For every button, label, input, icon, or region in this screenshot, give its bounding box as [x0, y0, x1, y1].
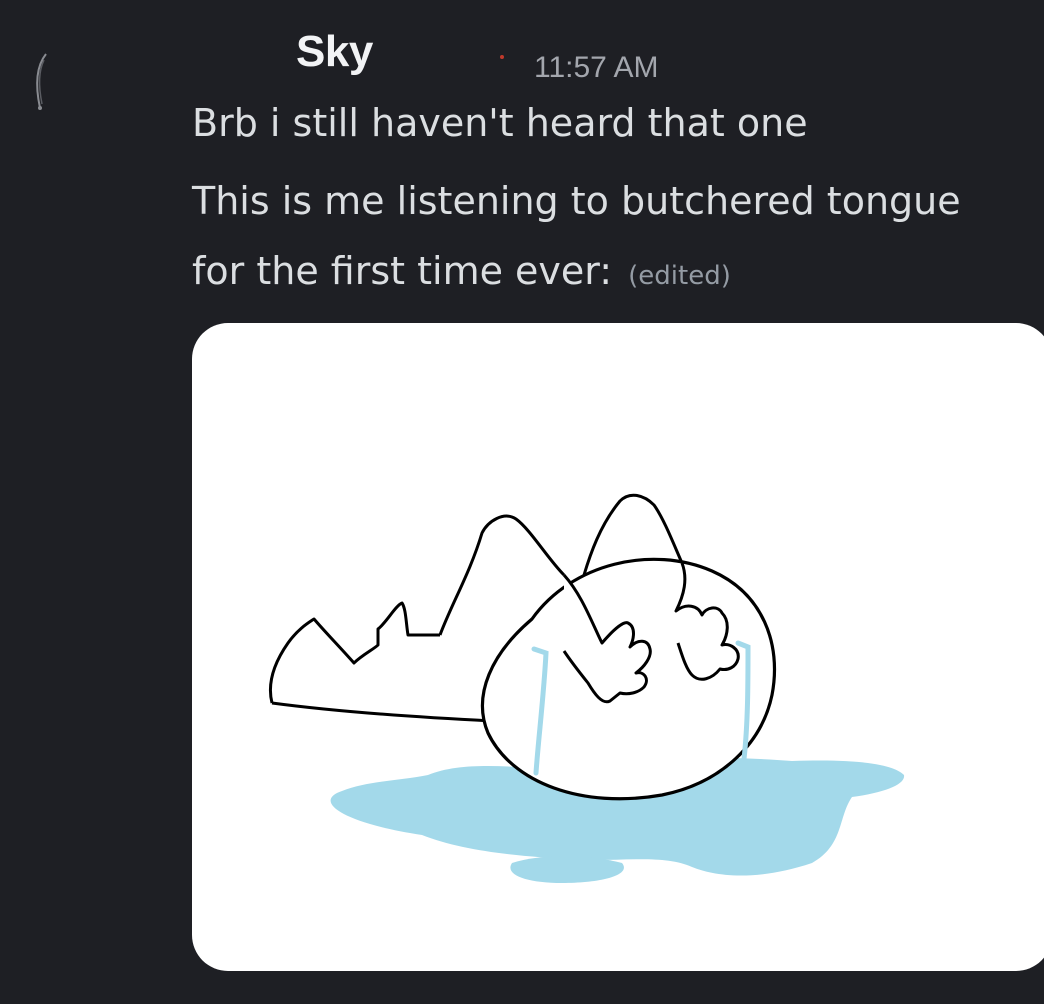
- author-username[interactable]: Sky: [296, 26, 373, 78]
- message-line: for the first time ever: (edited): [192, 236, 1032, 311]
- chat-message: Sky 11:57 AM Brb i still haven't heard t…: [192, 22, 1032, 311]
- message-line: Brb i still haven't heard that one: [192, 101, 808, 145]
- edited-label: (edited): [628, 261, 731, 291]
- message-line: This is me listening to butchered tongue: [192, 166, 1032, 236]
- message-header: Sky 11:57 AM: [192, 22, 1032, 88]
- avatar[interactable]: [30, 50, 54, 114]
- message-line-text: for the first time ever:: [192, 249, 613, 293]
- body-outline: [268, 601, 440, 704]
- message-timestamp[interactable]: 11:57 AM: [534, 50, 659, 86]
- image-attachment[interactable]: [192, 323, 1044, 971]
- role-dot-icon: [500, 55, 504, 59]
- avatar-edge-icon: [36, 53, 47, 110]
- crying-figure-drawing: [268, 493, 905, 883]
- message-line-text: This is me listening to butchered tongue: [192, 179, 961, 223]
